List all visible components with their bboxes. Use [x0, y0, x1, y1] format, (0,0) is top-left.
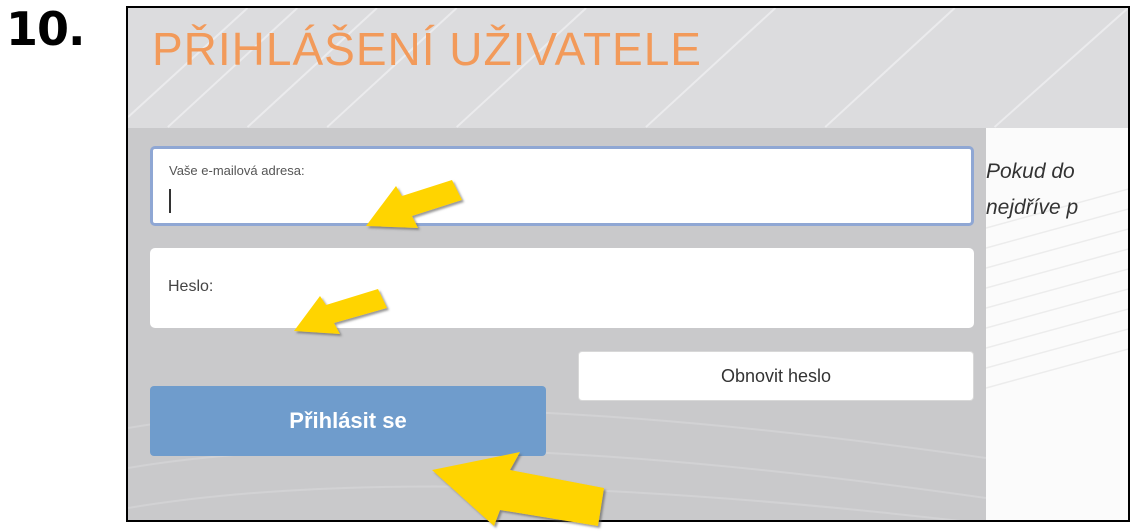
info-panel: Pokud do nejdříve p [986, 128, 1128, 520]
login-button[interactable]: Přihlásit se [150, 386, 546, 456]
screenshot-frame: PŘIHLÁŠENÍ UŽIVATELE Pokud do nejdříve p… [126, 6, 1130, 522]
info-text: Pokud do nejdříve p [986, 154, 1078, 226]
info-text-line-1: Pokud do [986, 160, 1075, 183]
email-label: Vaše e-mailová adresa: [169, 163, 305, 178]
password-field[interactable]: Heslo: [150, 248, 974, 328]
info-text-line-2: nejdříve p [986, 196, 1079, 219]
step-number: 10. [6, 2, 85, 56]
text-caret [169, 189, 171, 213]
page-header: PŘIHLÁŠENÍ UŽIVATELE [128, 8, 1128, 128]
password-label: Heslo: [168, 278, 214, 295]
reset-password-button[interactable]: Obnovit heslo [578, 351, 974, 401]
page-title: PŘIHLÁŠENÍ UŽIVATELE [152, 23, 702, 75]
email-field[interactable]: Vaše e-mailová adresa: [150, 146, 974, 226]
